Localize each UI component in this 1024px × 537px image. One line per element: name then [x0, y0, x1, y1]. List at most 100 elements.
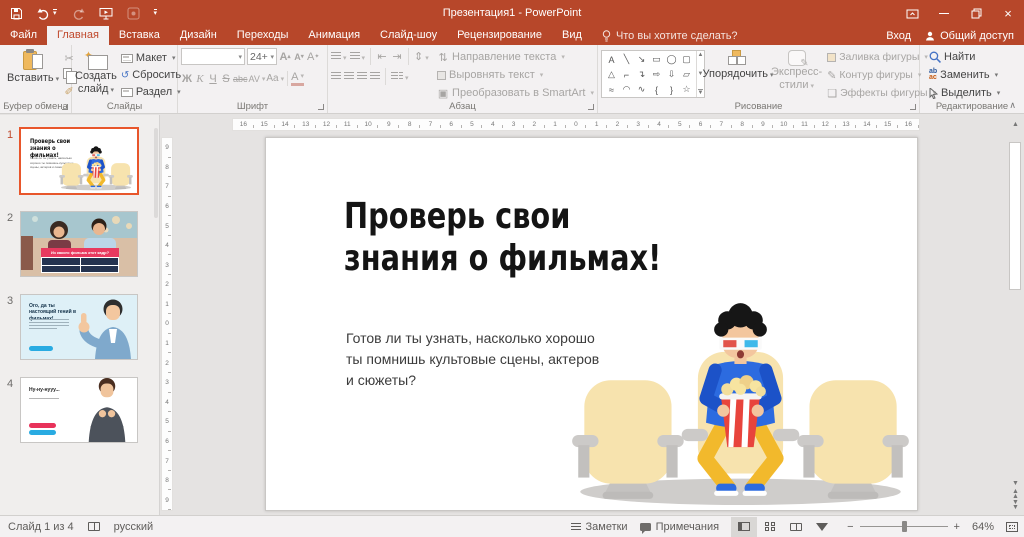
thumbnail-panel-scrollbar[interactable] [154, 128, 158, 218]
scrollbar-track[interactable] [1009, 130, 1022, 477]
shape-option-11[interactable]: ▱ [679, 67, 694, 82]
tab-Дизайн[interactable]: Дизайн [170, 26, 227, 45]
font-dialog-launcher[interactable] [318, 104, 324, 110]
layout-button[interactable]: Макет [120, 50, 181, 66]
shape-option-4[interactable]: ◯ [664, 52, 679, 67]
slideshow-view-button[interactable] [809, 517, 835, 537]
shape-option-5[interactable]: ▢ [679, 52, 694, 67]
language-indicator[interactable]: русский [114, 521, 153, 533]
editor-scrollbar[interactable]: ▲ ▼ ▲ ▲ ▼ ▼ [1009, 118, 1022, 511]
slide-1-thumbnail[interactable]: Проверь свои знания о фильмах! Готов ли … [19, 127, 139, 195]
slide-body-text[interactable]: Готов ли ты узнать, насколько хорошо ты … [346, 328, 604, 391]
ruler-mark: 4 [649, 119, 670, 130]
shape-option-10[interactable]: ⇩ [664, 67, 679, 82]
shape-option-3[interactable]: ▭ [649, 52, 664, 67]
new-slide-button[interactable]: ✦ Создать слайд [75, 48, 117, 100]
drawing-dialog-launcher[interactable] [910, 104, 916, 110]
vertical-ruler[interactable]: 9876543210123456789 [161, 137, 173, 511]
tab-Главная[interactable]: Главная [47, 26, 109, 45]
shape-option-6[interactable]: △ [604, 67, 619, 82]
sign-in-button[interactable]: Вход [886, 30, 911, 42]
shapes-scroll-up-icon[interactable]: ▲ [698, 52, 704, 58]
minimize-button[interactable] [928, 0, 960, 26]
close-button[interactable]: × [992, 0, 1024, 26]
tab-Вид[interactable]: Вид [552, 26, 592, 45]
slide-title[interactable]: Проверь свои знания о фильмах! [344, 196, 661, 280]
zoom-level[interactable]: 64% [972, 521, 994, 533]
slide-sorter-view-button[interactable] [757, 517, 783, 537]
shape-option-16[interactable]: } [664, 82, 679, 97]
undo-icon[interactable]: ▾ [37, 3, 57, 23]
zoom-out-button[interactable]: − [847, 521, 853, 533]
scrollbar-thumb[interactable] [1009, 142, 1021, 290]
shape-option-9[interactable]: ⇨ [649, 67, 664, 82]
slide-canvas[interactable]: Проверь свои знания о фильмах! Готов ли … [265, 137, 918, 511]
undo-dropdown-icon[interactable]: ▾ [53, 9, 57, 17]
comments-button[interactable]: Примечания [639, 521, 719, 534]
zoom-slider[interactable] [859, 521, 948, 532]
arrange-button[interactable]: Упорядочить [703, 48, 768, 101]
font-name-combo[interactable]: ▾ [181, 48, 245, 65]
tell-me-search[interactable]: Что вы хотите сделать? [602, 26, 738, 45]
ruler-mark: 12 [316, 119, 337, 130]
shape-option-15[interactable]: { [649, 82, 664, 97]
section-button[interactable]: Раздел [120, 84, 181, 100]
thumbnail-slide-4[interactable]: 4 Ну-ну-нууу... [0, 377, 159, 443]
thumbnail-slide-3[interactable]: 3 Ого, да ты настоящий гений в фильмах! [0, 294, 159, 360]
notes-button[interactable]: Заметки [570, 521, 628, 533]
comments-icon [639, 522, 651, 534]
reading-view-button[interactable] [783, 517, 809, 537]
restore-button[interactable] [960, 0, 992, 26]
shapes-gallery[interactable]: A ╲ ↘ ▭ ◯ ▢ △ ⌐ ↴ ⇨ ⇩ ▱ ≈ ◠ ∿{} ☆ ▲ ▼ ▼ [601, 50, 705, 98]
paragraph-dialog-launcher[interactable] [588, 104, 594, 110]
shape-option-1[interactable]: ╲ [619, 52, 634, 67]
shapes-more-icon[interactable]: ▼ [697, 89, 704, 96]
ruler-mark: 8 [162, 471, 172, 491]
zoom-slider-thumb[interactable] [901, 521, 907, 532]
shape-option-0[interactable]: A [604, 52, 619, 67]
scroll-up-icon[interactable]: ▲ [1012, 118, 1019, 130]
replace-button[interactable]: ab ac Заменить [929, 67, 1021, 83]
horizontal-ruler[interactable]: 16 15 14 13 12 11 10 9 8 7 6 5 4 3 2 1 0 1 2 3 4 5 6 7 8 9 10 11 12 1… [232, 118, 920, 131]
customize-qat-icon[interactable]: ▾ [153, 3, 158, 23]
tab-Переходы[interactable]: Переходы [227, 26, 299, 45]
tab-Вставка[interactable]: Вставка [109, 26, 170, 45]
slide-counter: Слайд 1 из 4 [8, 520, 74, 533]
share-button[interactable]: Общий доступ [925, 30, 1014, 42]
shape-option-17[interactable]: ☆ [679, 82, 694, 97]
thumbnail-slide-1[interactable]: 1 Проверь свои знания о фильмах! Готов л… [0, 127, 159, 195]
reset-button[interactable]: ↺ Сбросить [121, 67, 181, 83]
thumbnail-slide-2[interactable]: 2 Из какого фильма этот кадр? [0, 211, 159, 277]
ruler-mark: 3 [162, 373, 172, 393]
collapse-ribbon-icon[interactable]: ∧ [1009, 100, 1016, 111]
shape-option-7[interactable]: ⌐ [619, 67, 634, 82]
tab-Рецензирование[interactable]: Рецензирование [447, 26, 552, 45]
ribbon-display-options-icon[interactable] [896, 0, 928, 26]
fit-slide-to-window-icon[interactable] [1006, 521, 1018, 532]
select-button[interactable]: Выделить [929, 85, 1021, 101]
shape-option-2[interactable]: ↘ [634, 52, 649, 67]
shape-option-14[interactable]: ∿ [634, 82, 649, 97]
save-icon[interactable] [10, 3, 23, 23]
tab-Анимация[interactable]: Анимация [298, 26, 370, 45]
find-button[interactable]: Найти [929, 49, 1021, 65]
shape-option-12[interactable]: ≈ [604, 82, 619, 97]
zoom-in-button[interactable]: + [954, 521, 960, 533]
tab-Слайд-шоу[interactable]: Слайд-шоу [370, 26, 447, 45]
spell-check-icon[interactable] [87, 522, 100, 531]
tab-Файл[interactable]: Файл [0, 26, 47, 45]
font-size-combo[interactable]: 24+ ▾ [247, 48, 277, 65]
paste-button[interactable]: Вставить [7, 48, 59, 99]
slide-3-thumbnail[interactable]: Ого, да ты настоящий гений в фильмах! [20, 294, 138, 360]
align-right-button [357, 71, 367, 83]
start-slideshow-icon[interactable] [99, 3, 113, 23]
cinema-illustration[interactable] [568, 293, 913, 508]
shape-option-8[interactable]: ↴ [634, 67, 649, 82]
next-slide-icon[interactable]: ▼ ▼ [1012, 499, 1019, 511]
clipboard-dialog-launcher[interactable] [62, 104, 68, 110]
shape-option-13[interactable]: ◠ [619, 82, 634, 97]
ruler-mark: 14 [856, 119, 878, 130]
slide-2-thumbnail[interactable]: Из какого фильма этот кадр? [20, 211, 138, 277]
normal-view-button[interactable] [731, 516, 758, 537]
slide-4-thumbnail[interactable]: Ну-ну-нууу... [20, 377, 138, 443]
